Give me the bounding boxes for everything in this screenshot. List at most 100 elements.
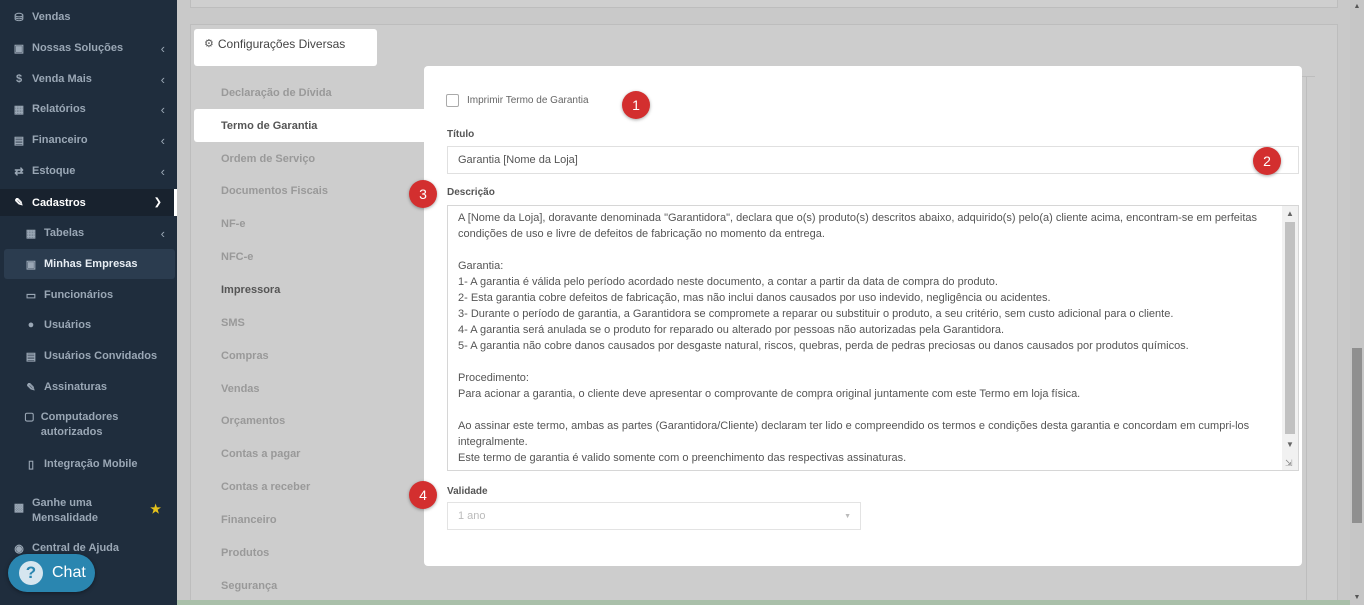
sidebar-item-minhas-empresas[interactable]: ▣ Minhas Empresas [4,249,175,279]
menu-item-documentos-fiscais[interactable]: Documentos Fiscais [221,185,328,197]
page-scrollbar[interactable]: ▲ ▼ [1350,0,1364,605]
menu-item-declaracao-divida[interactable]: Declaração de Dívida [221,87,332,99]
validade-value: 1 ano [458,510,486,522]
sidebar-item-ganhe-mensalidade[interactable]: ▩ Ganhe uma Mensalidade ★ [0,496,177,528]
sidebar-item-label: Financeiro [32,134,88,146]
sidebar-item-label: Funcionários [44,289,114,301]
scroll-up-icon[interactable]: ▲ [1350,0,1364,14]
scroll-down-icon[interactable]: ▼ [1282,437,1298,453]
building-icon: ▣ [13,42,25,55]
id-card-icon: ▤ [25,350,37,363]
menu-item-contas-pagar[interactable]: Contas a pagar [221,448,300,460]
divider [1306,76,1316,605]
config-title: Configurações Diversas [217,37,346,51]
edit-icon: ✎ [14,197,24,209]
signature-icon: ✎ [26,381,36,394]
sidebar-item-integracao-mobile[interactable]: ▯ Integração Mobile [0,449,177,479]
sidebar-item-financeiro[interactable]: ▤ Financeiro ‹ [0,125,177,155]
sidebar-item-label: Ganhe uma Mensalidade [32,497,99,524]
annotation-badge-2: 2 [1253,147,1281,175]
sidebar-item-label: Vendas [32,11,71,23]
validade-select[interactable]: 1 ano ▼ [447,502,861,530]
menu-item-impressora[interactable]: Impressora [221,284,280,296]
menu-item-produtos[interactable]: Produtos [221,547,269,559]
chevron-left-icon: ‹ [160,225,165,241]
sidebar-item-usuarios-convidados[interactable]: ▤ Usuários Convidados [0,341,177,371]
money-icon: ▤ [13,134,25,147]
sidebar-item-label: Computadores autorizados [40,411,119,438]
titulo-value: Garantia [Nome da Loja] [458,154,578,166]
sidebar-item-label: Usuários Convidados [44,350,158,362]
sidebar-item-label: Tabelas [44,227,85,239]
top-panel [190,0,1338,8]
sidebar-item-usuarios[interactable]: ● Usuários [0,310,177,340]
report-icon: ▦ [13,103,25,116]
descricao-value: A [Nome da Loja], doravante denominada "… [458,212,1258,464]
scroll-thumb[interactable] [1285,222,1295,434]
sidebar-item-assinaturas[interactable]: ✎ Assinaturas [0,372,177,402]
menu-item-vendas[interactable]: Vendas [221,383,260,395]
chevron-left-icon: ‹ [160,132,165,148]
question-icon: ◉ [14,542,24,555]
sidebar-item-label: Integração Mobile [44,458,138,470]
menu-item-financeiro[interactable]: Financeiro [221,514,277,526]
print-term-checkbox-row[interactable]: Imprimir Termo de Garantia [446,94,589,107]
sidebar-item-relatorios[interactable]: ▦ Relatórios ‹ [0,94,177,124]
validade-label: Validade [447,486,488,497]
star-icon: ★ [150,502,161,516]
menu-item-nfce[interactable]: NFC-e [221,251,253,263]
chevron-left-icon: ‹ [160,163,165,179]
sidebar-item-label: Cadastros [32,196,86,209]
titulo-input[interactable]: Garantia [Nome da Loja] [447,146,1299,174]
basket-icon: ⛁ [14,11,24,24]
menu-item-compras[interactable]: Compras [221,350,269,362]
bottom-strip [177,600,1350,605]
sidebar-item-label: Assinaturas [44,381,107,393]
table-icon: ▦ [25,227,37,240]
termo-garantia-form: Imprimir Termo de Garantia Título Garant… [424,66,1302,566]
sidebar-item-vendas[interactable]: ⛁ Vendas [0,2,177,32]
sidebar-item-label: Nossas Soluções [32,42,124,54]
descricao-label: Descrição [447,187,495,198]
sidebar-item-label: Estoque [32,165,76,177]
sidebar-item-label: Usuários [44,319,92,331]
menu-item-nfe[interactable]: NF-e [221,218,245,230]
annotation-badge-1: 1 [622,91,650,119]
textarea-scrollbar[interactable]: ▲ ▼ ⇲ [1282,206,1298,470]
menu-item-ordem-servico[interactable]: Ordem de Serviço [221,153,315,165]
sidebar-item-estoque[interactable]: ⇄ Estoque ‹ [0,156,177,186]
page-scroll-thumb[interactable] [1352,348,1362,523]
descricao-textarea[interactable]: A [Nome da Loja], doravante denominada "… [447,205,1299,471]
resize-handle-icon[interactable]: ⇲ [1285,458,1295,468]
sidebar-item-funcionarios[interactable]: ▭ Funcionários [0,280,177,310]
sidebar-item-label: Minhas Empresas [44,258,138,270]
scroll-down-icon[interactable]: ▼ [1350,591,1364,605]
mobile-icon: ▯ [27,458,35,471]
annotation-badge-3: 3 [409,180,437,208]
users-icon: ● [27,319,35,331]
menu-item-sms[interactable]: SMS [221,317,245,329]
scroll-up-icon[interactable]: ▲ [1282,206,1298,222]
sidebar-item-venda-mais[interactable]: $ Venda Mais ‹ [0,64,177,94]
monitor-icon: ▢ [24,411,35,423]
config-title-tab: ⚙ Configurações Diversas [194,29,377,66]
menu-item-seguranca[interactable]: Segurança [221,580,277,592]
chevron-down-icon: ❯ [153,197,162,208]
annotation-badge-4: 4 [409,481,437,509]
sidebar-item-computadores-autorizados[interactable]: ▢ Computadores autorizados [0,410,150,444]
sidebar-item-label: Central de Ajuda [32,542,119,554]
menu-item-contas-receber[interactable]: Contas a receber [221,481,310,493]
help-icon: ? [19,561,43,585]
titulo-label: Título [447,129,475,140]
arrows-icon: ⇄ [14,165,24,178]
print-term-checkbox[interactable] [446,94,459,107]
folder-icon: ▭ [25,289,37,302]
sidebar-item-nossas-solucoes[interactable]: ▣ Nossas Soluções ‹ [0,33,177,63]
dollar-icon: $ [15,73,23,85]
chat-button[interactable]: ? Chat [8,554,95,592]
sidebar-item-cadastros[interactable]: ✎ Cadastros ❯ [0,189,177,216]
chat-label: Chat [52,564,86,581]
menu-item-orcamentos[interactable]: Orçamentos [221,415,285,427]
sidebar-item-tabelas[interactable]: ▦ Tabelas ‹ [0,218,177,248]
menu-item-termo-garantia[interactable]: Termo de Garantia [194,109,424,142]
